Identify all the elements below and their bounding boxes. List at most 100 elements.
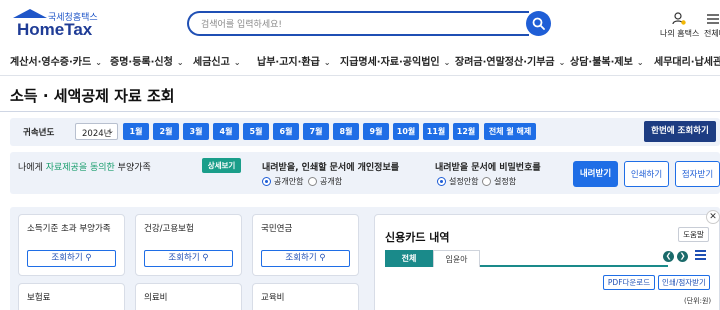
tab-person[interactable]: 임윤아	[433, 250, 480, 267]
close-icon[interactable]: ✕	[706, 210, 720, 224]
card-title: 건강/고용보험	[144, 224, 194, 234]
month-button[interactable]: 11월	[423, 123, 449, 140]
chevron-down-icon: ⌄	[636, 58, 644, 67]
nav-item-label: 세무대리·납세관리	[654, 57, 720, 68]
month-button[interactable]: 12월	[453, 123, 479, 140]
month-button[interactable]: 8월	[333, 123, 359, 140]
card-national-pension: 국민연금 조회하기 ⚲	[252, 214, 359, 276]
month-button[interactable]: 6월	[273, 123, 299, 140]
search-icon: ⚲	[319, 253, 326, 263]
card-title: 소득기준 초과 부양가족	[27, 224, 111, 234]
month-button[interactable]: 4월	[213, 123, 239, 140]
tab-all[interactable]: 전체	[385, 250, 433, 267]
hometax-logo[interactable]: 국세청홈택스 HomeTax	[10, 9, 110, 43]
cancel-all-months-button[interactable]: 전체 월 해제	[484, 123, 536, 140]
chevron-down-icon: ⌄	[558, 58, 566, 67]
month-button[interactable]: 9월	[363, 123, 389, 140]
chevron-down-icon: ⌄	[95, 58, 102, 67]
radio-checked-icon	[437, 177, 446, 186]
nav-item[interactable]: 납부·고지·환급 ⌄	[257, 53, 331, 68]
year-select[interactable]: 2024년 ⌄	[75, 123, 118, 140]
consent-dependents-text: 나에게 자료제공을 동의한 부양가족	[18, 160, 151, 173]
user-icon	[672, 12, 686, 25]
card-query-label: 조회하기	[51, 253, 83, 263]
year-filter-bar: 귀속년도 2024년 ⌄ 1월 2월 3월 4월 5월 6월 7월 8월 9월 …	[10, 118, 720, 146]
download-button[interactable]: 내려받기	[573, 161, 618, 187]
card-medical-expense[interactable]: 의료비	[135, 283, 242, 310]
password-question: 내려받을 문서에 비밀번호를	[435, 163, 541, 173]
card-query-button[interactable]: 조회하기 ⚲	[27, 250, 116, 267]
radio-label: 공개안함	[274, 177, 304, 186]
month-button[interactable]: 5월	[243, 123, 269, 140]
card-query-label: 조회하기	[285, 253, 317, 263]
detail-view-button[interactable]: 상세보기	[202, 158, 241, 173]
month-button[interactable]: 1월	[123, 123, 149, 140]
options-bar: 나에게 자료제공을 동의한 부양가족 상세보기 내려받을, 인쇄할 문서에 개인…	[10, 152, 720, 194]
month-button[interactable]: 10월	[393, 123, 419, 140]
nav-item-label: 세금신고	[193, 57, 230, 68]
hamburger-icon	[707, 14, 719, 24]
month-button[interactable]: 3월	[183, 123, 209, 140]
logo-title: HomeTax	[17, 20, 93, 39]
radio-label: 설정함	[494, 177, 517, 186]
help-button[interactable]: 도움말	[678, 227, 709, 242]
search-button[interactable]	[526, 11, 551, 36]
card-excess-income-dependents: 소득기준 초과 부양가족 조회하기 ⚲	[18, 214, 125, 276]
nav-item[interactable]: 상담·불복·제보 ⌄	[570, 53, 644, 68]
search-input[interactable]: 검색어를 입력하세요!	[187, 11, 529, 36]
nav-item-label: 납부·고지·환급	[257, 57, 320, 68]
nav-item[interactable]: 장려금·연말정산·기부금 ⌄	[455, 53, 565, 68]
year-label: 귀속년도	[23, 128, 55, 138]
chevron-right-icon[interactable]: ❯	[677, 251, 688, 262]
query-all-button[interactable]: 한번에 조회하기	[644, 121, 716, 142]
hometax-page: 국세청홈택스 HomeTax 검색어를 입력하세요! 나의 홈택스 전체 계산서…	[0, 0, 720, 310]
password-none-radio[interactable]: 설정안함	[437, 176, 478, 187]
search-placeholder: 검색어를 입력하세요!	[201, 20, 282, 30]
nav-item[interactable]: 증명·등록·신청 ⌄	[110, 53, 184, 68]
card-title: 교육비	[261, 293, 285, 303]
card-education-expense[interactable]: 교육비	[252, 283, 359, 310]
card-health-employment-insurance: 건강/고용보험 조회하기 ⚲	[135, 214, 242, 276]
print-button[interactable]: 인쇄하기	[624, 161, 669, 187]
card-query-button[interactable]: 조회하기 ⚲	[261, 250, 350, 267]
card-query-label: 조회하기	[168, 253, 200, 263]
unit-label: (단위:원)	[684, 297, 712, 305]
detail-title: 신용카드 내역	[385, 231, 450, 244]
card-insurance-premium[interactable]: 보험료	[18, 283, 125, 310]
nav-item-label: 증명·등록·신청	[110, 57, 173, 68]
month-button[interactable]: 2월	[153, 123, 179, 140]
month-button[interactable]: 7월	[303, 123, 329, 140]
personal-show-radio[interactable]: 공개함	[308, 176, 342, 187]
card-query-button[interactable]: 조회하기 ⚲	[144, 250, 233, 267]
my-hometax-label: 나의 홈택스	[660, 29, 700, 38]
year-select-value: 2024년	[82, 129, 112, 139]
nav-item[interactable]: 계산서·영수증·카드 ⌄	[10, 53, 102, 68]
chevron-down-icon: ⌄	[108, 127, 114, 135]
nav-item[interactable]: 지급명세·자료·공익법인 ⌄	[340, 53, 450, 68]
menu-icon[interactable]	[695, 250, 706, 262]
title-divider	[0, 111, 720, 112]
consent-prefix: 나에게	[18, 163, 46, 173]
chevron-left-icon[interactable]: ❮	[663, 251, 674, 262]
main-navigation: 계산서·영수증·카드 ⌄ 증명·등록·신청 ⌄ 세금신고 ⌄ 납부·고지·환급 ⌄ 지급…	[0, 46, 720, 76]
password-set-radio[interactable]: 설정함	[482, 176, 516, 187]
personal-info-question: 내려받을, 인쇄할 문서에 개인정보를	[262, 163, 400, 173]
radio-unchecked-icon	[308, 177, 317, 186]
consent-highlight: 자료제공을 동의한	[45, 163, 115, 173]
card-title: 의료비	[144, 293, 168, 303]
radio-unchecked-icon	[482, 177, 491, 186]
person-tabs: 전체 임윤아	[385, 247, 668, 267]
radio-checked-icon	[262, 177, 271, 186]
print-braille-button[interactable]: 인쇄/점자받기	[658, 275, 710, 290]
pdf-download-button[interactable]: PDF다운로드	[603, 275, 655, 290]
nav-item-label: 상담·불복·제보	[570, 57, 633, 68]
radio-label: 설정안함	[449, 177, 479, 186]
personal-hide-radio[interactable]: 공개안함	[262, 176, 303, 187]
nav-item[interactable]: 세금신고 ⌄	[193, 53, 241, 68]
nav-item[interactable]: 세무대리·납세관리	[654, 53, 720, 68]
header: 국세청홈택스 HomeTax 검색어를 입력하세요! 나의 홈택스 전체	[0, 0, 720, 46]
nav-item-label: 계산서·영수증·카드	[10, 57, 92, 68]
search-icon: ⚲	[202, 253, 209, 263]
braille-button[interactable]: 점자받기	[675, 161, 720, 187]
nav-item-label: 지급명세·자료·공익법인	[340, 57, 440, 68]
